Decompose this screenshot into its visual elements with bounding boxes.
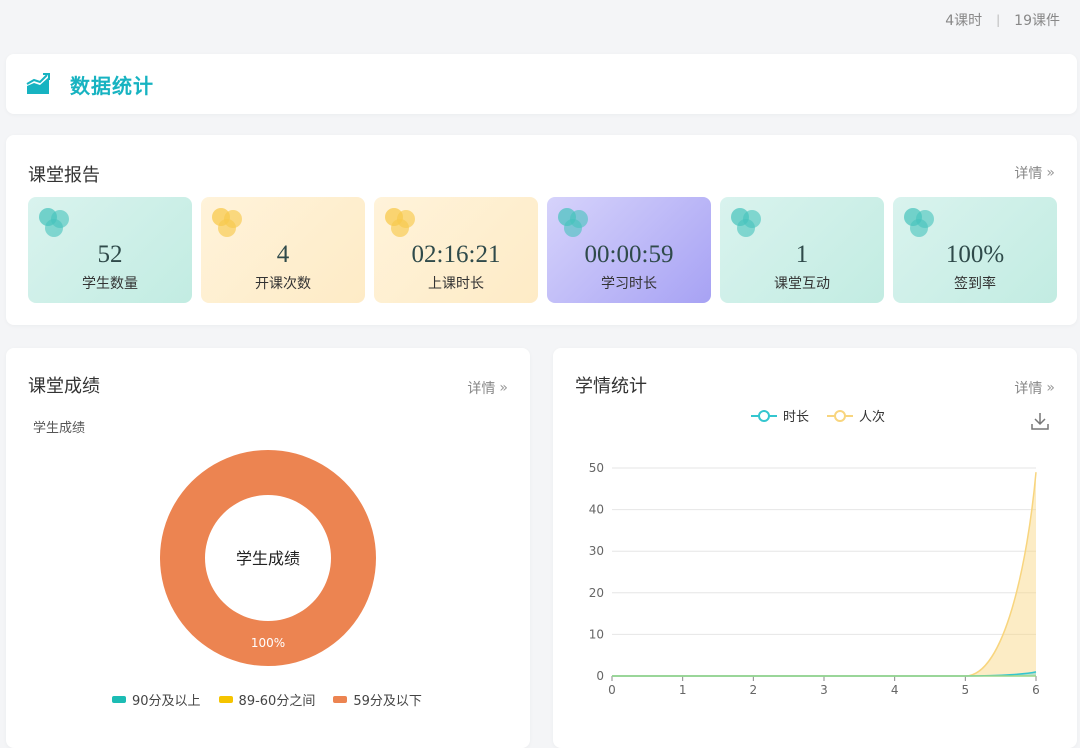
detail-label: 详情 [467,381,496,397]
x-tick-label: 0 [608,683,616,697]
page-header: 数据统计 [6,54,1077,114]
legend-swatch [218,696,233,703]
series-line [612,472,1037,677]
learning-title: 学情统计 [575,376,647,397]
download-icon[interactable] [1031,412,1049,430]
stat-label: 开课次数 [255,276,311,292]
detail-label: 详情 [1014,381,1043,397]
legend-item[interactable]: 时长 [751,406,809,425]
stat-label: 上课时长 [428,276,484,292]
top-info-bar: 4课时 | 19课件 [0,0,1080,40]
stat-card-attendance: 100% 签到率 [893,197,1057,303]
x-tick-label: 3 [820,683,828,697]
circles-icon [731,208,761,237]
stat-value: 02:16:21 [411,241,501,268]
double-chevron-right-icon: » [499,380,508,396]
double-chevron-right-icon: » [1046,380,1055,396]
y-tick-label: 50 [589,461,604,475]
y-tick-label: 30 [589,544,604,558]
stat-label: 学生数量 [82,276,138,292]
legend-marker [751,409,777,422]
slice-percent-label: 100% [251,636,285,650]
legend-item[interactable]: 59分及以下 [333,690,422,709]
detail-label: 详情 [1014,166,1043,182]
circles-icon [904,208,934,237]
x-tick-label: 1 [679,683,687,697]
learning-area-chart: 0 10 20 30 40 50 0 1 2 3 4 5 6 [589,461,1040,697]
lesson-count: 4课时 [945,13,983,29]
donut-center-label: 学生成绩 [236,549,300,568]
class-score-card: 课堂成绩 详情 » 学生成绩 学生成绩 100% 90分及以上 89-60分之间… [6,348,530,748]
legend-item[interactable]: 89-60分之间 [218,690,316,709]
circles-icon [558,208,588,237]
x-tick-label: 6 [1032,683,1040,697]
circles-icon [39,208,69,237]
stat-card-sessions: 4 开课次数 [201,197,365,303]
stat-card-interaction: 1 课堂互动 [720,197,884,303]
x-tick-label: 4 [891,683,899,697]
report-detail-link[interactable]: 详情 » [1014,163,1055,183]
x-tick-label: 2 [750,683,758,697]
circles-icon [385,208,415,237]
stat-card-class-duration: 02:16:21 上课时长 [374,197,538,303]
stat-value: 4 [276,241,290,268]
chart-subtitle: 学生成绩 [33,421,86,436]
stat-value: 00:00:59 [584,241,674,268]
stat-value: 100% [945,241,1005,268]
chart-trend-icon [26,73,50,94]
separator: | [996,13,1001,27]
score-detail-link[interactable]: 详情 » [467,378,508,398]
stat-cards: 52 学生数量 4 开课次数 02:16:21 上课时长 00:00:59 学习… [28,197,1057,303]
stat-label: 学习时长 [601,276,657,292]
learning-stats-card: 学情统计 详情 » 时长 人次 0 10 20 30 40 50 0 1 2 3 4 5 6 [553,348,1077,748]
y-tick-label: 10 [589,627,604,641]
legend-item[interactable]: 90分及以上 [112,690,201,709]
legend-label: 89-60分之间 [238,694,316,709]
score-donut-chart: 学生成绩 100% [160,450,376,666]
stat-value: 1 [795,241,809,268]
legend-swatch [333,696,348,703]
x-tick-label: 5 [962,683,970,697]
legend-label: 59分及以下 [353,694,422,709]
legend-marker [827,409,854,422]
stat-card-study-duration: 00:00:59 学习时长 [547,197,711,303]
stat-value: 52 [97,241,123,268]
learning-detail-link[interactable]: 详情 » [1014,378,1055,398]
legend-item[interactable]: 人次 [827,406,885,425]
circles-icon [212,208,242,237]
stat-label: 课堂互动 [774,276,830,292]
y-tick-label: 40 [589,503,604,517]
y-tick-label: 0 [596,669,604,683]
y-tick-label: 20 [589,586,604,600]
legend-swatch [112,696,126,703]
double-chevron-right-icon: » [1046,165,1055,181]
legend-label: 90分及以上 [132,694,201,709]
line-legend: 时长 人次 [751,406,885,425]
legend-label: 时长 [783,410,810,425]
class-report-card: 课堂报告 详情 » 52 学生数量 4 开课次数 02:16:21 上课时长 0… [6,135,1077,325]
stat-label: 签到率 [954,276,996,292]
score-legend: 90分及以上 89-60分之间 59分及以下 [112,690,422,709]
page-title: 数据统计 [70,73,154,98]
stat-card-students: 52 学生数量 [28,197,192,303]
report-title: 课堂报告 [28,165,100,186]
legend-label: 人次 [859,410,886,425]
courseware-count: 19课件 [1014,13,1060,29]
score-title: 课堂成绩 [28,376,100,397]
series-area [612,472,1036,676]
